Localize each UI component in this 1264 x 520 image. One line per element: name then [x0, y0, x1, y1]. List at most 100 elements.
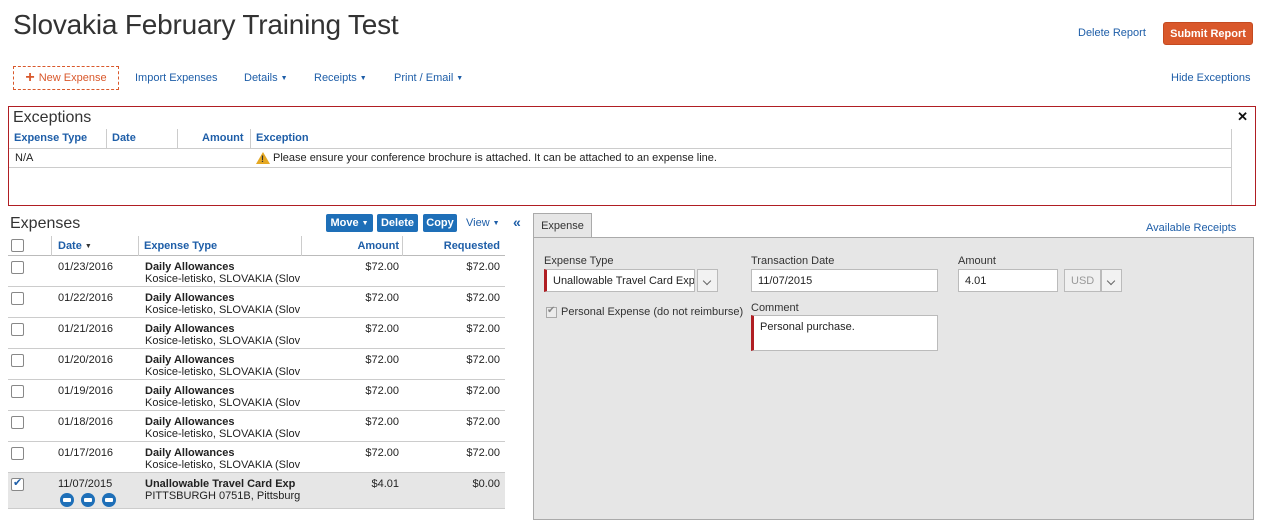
row-checkbox[interactable]: [11, 385, 24, 398]
row-expense-type: Daily Allowances: [145, 354, 235, 366]
table-row[interactable]: 11/07/2015 Unallowable Travel Card ExpPIT…: [8, 473, 505, 509]
col-requested[interactable]: Requested: [444, 240, 500, 252]
col-expense-type[interactable]: Expense Type: [14, 132, 87, 144]
import-expenses-link[interactable]: Import Expenses: [135, 72, 218, 84]
table-row[interactable]: 01/18/2016 Daily Allowances Kosice-letisko…: [8, 411, 505, 442]
tab-expense[interactable]: Expense: [533, 213, 592, 238]
transaction-date-label: Transaction Date: [751, 255, 835, 267]
row-date: 01/23/2016: [58, 261, 114, 273]
caret-down-icon: ▼: [280, 75, 288, 82]
receipt-icon[interactable]: [81, 493, 95, 507]
row-requested: $0.00: [472, 478, 500, 490]
col-exception[interactable]: Exception: [256, 132, 309, 144]
row-location: Kosice-letisko, SLOVAKIA (Slov: [145, 304, 300, 316]
table-row[interactable]: 01/17/2016 Daily Allowances Kosice-letisko…: [8, 442, 505, 473]
table-row[interactable]: 01/20/2016 Daily Allowances Kosice-letisko…: [8, 349, 505, 380]
currency-select[interactable]: USD: [1064, 269, 1101, 292]
personal-expense-checkbox[interactable]: [546, 305, 557, 318]
row-requested: $72.00: [466, 292, 500, 304]
table-row[interactable]: 01/19/2016 Daily Allowances Kosice-letisko…: [8, 380, 505, 411]
row-date: 01/18/2016: [58, 416, 114, 428]
col-amount[interactable]: Amount: [202, 132, 244, 144]
table-row[interactable]: 01/21/2016 Daily Allowances Kosice-letisko…: [8, 318, 505, 349]
caret-down-icon: ▼: [492, 220, 500, 227]
row-expense-type: Daily Allowances: [145, 385, 235, 397]
sort-desc-icon: ▼: [84, 243, 92, 250]
copy-button[interactable]: Copy: [423, 214, 457, 232]
card-icon[interactable]: [60, 493, 74, 507]
expenses-title: Expenses: [10, 215, 81, 232]
expenses-list: Date ▼ Expense Type Amount Requested 01/2…: [8, 236, 505, 520]
move-button[interactable]: Move ▼: [326, 214, 373, 232]
row-checkbox[interactable]: [11, 261, 24, 274]
caret-down-icon: ▼: [456, 75, 464, 82]
receipts-label: Receipts: [314, 72, 357, 84]
row-amount: $4.01: [371, 478, 399, 490]
row-amount: $72.00: [365, 261, 399, 273]
comment-label: Comment: [751, 302, 799, 314]
exceptions-scrollbar[interactable]: [1231, 129, 1255, 205]
details-menu[interactable]: Details ▼: [244, 72, 288, 84]
row-location: Kosice-letisko, SLOVAKIA (Slov: [145, 366, 300, 378]
expense-type-label: Expense Type: [544, 255, 614, 267]
row-amount: $72.00: [365, 385, 399, 397]
row-date: 01/17/2016: [58, 447, 114, 459]
row-checkbox[interactable]: [11, 476, 24, 491]
col-date[interactable]: Date: [112, 132, 136, 144]
row-amount: $72.00: [365, 416, 399, 428]
expense-type-select[interactable]: Unallowable Travel Card Exp: [544, 269, 695, 292]
row-amount: $72.00: [365, 354, 399, 366]
row-location: Kosice-letisko, SLOVAKIA (Slov: [145, 335, 300, 347]
delete-report-link[interactable]: Delete Report: [1078, 27, 1146, 39]
row-expense-type: Daily Allowances: [145, 447, 235, 459]
transaction-date-field[interactable]: 11/07/2015: [751, 269, 938, 292]
view-menu[interactable]: View ▼: [466, 217, 500, 229]
new-expense-button[interactable]: + New Expense: [13, 66, 119, 90]
row-location: Kosice-letisko, SLOVAKIA (Slov: [145, 273, 300, 285]
row-date: 01/20/2016: [58, 354, 114, 366]
row-requested: $72.00: [466, 261, 500, 273]
comment-icon[interactable]: [102, 493, 116, 507]
row-checkbox[interactable]: [11, 323, 24, 336]
amount-label: Amount: [958, 255, 996, 267]
receipts-menu[interactable]: Receipts ▼: [314, 72, 367, 84]
move-label: Move: [330, 217, 359, 229]
table-row[interactable]: 01/23/2016 Daily Allowances Kosice-letisko…: [8, 256, 505, 287]
delete-button[interactable]: Delete: [377, 214, 418, 232]
comment-textarea[interactable]: Personal purchase.: [751, 315, 938, 351]
exception-row[interactable]: N/A Please ensure your conference brochu…: [9, 149, 1231, 168]
expenses-list-header: Date ▼ Expense Type Amount Requested: [8, 236, 505, 256]
row-location: Kosice-letisko, SLOVAKIA (Slov: [145, 428, 300, 440]
row-amount: $72.00: [365, 292, 399, 304]
row-date: 01/21/2016: [58, 323, 114, 335]
hide-exceptions-link[interactable]: Hide Exceptions: [1171, 72, 1251, 84]
exception-expense-type: N/A: [15, 152, 34, 164]
row-checkbox[interactable]: [11, 447, 24, 460]
chevron-down-icon[interactable]: [697, 269, 718, 292]
row-requested: $72.00: [466, 354, 500, 366]
exception-message: Please ensure your conference brochure i…: [273, 152, 717, 164]
row-date: 11/07/2015: [58, 478, 113, 490]
row-checkbox[interactable]: [11, 354, 24, 367]
chevron-down-icon[interactable]: [1101, 269, 1122, 292]
row-expense-type: Daily Allowances: [145, 261, 235, 273]
col-amount[interactable]: Amount: [357, 240, 399, 252]
exceptions-title: Exceptions: [13, 109, 92, 126]
table-row[interactable]: 01/22/2016 Daily Allowances Kosice-letisko…: [8, 287, 505, 318]
row-date: 01/22/2016: [58, 292, 114, 304]
amount-field[interactable]: 4.01: [958, 269, 1058, 292]
row-requested: $72.00: [466, 385, 500, 397]
close-icon[interactable]: ✕: [1237, 109, 1248, 125]
select-all-checkbox[interactable]: [11, 239, 24, 252]
caret-down-icon: ▼: [361, 219, 369, 227]
submit-report-button[interactable]: Submit Report: [1163, 22, 1253, 45]
warning-icon: [256, 152, 270, 164]
col-date-sort[interactable]: Date ▼: [58, 240, 92, 252]
col-expense-type[interactable]: Expense Type: [144, 240, 217, 252]
print-email-menu[interactable]: Print / Email ▼: [394, 72, 463, 84]
available-receipts-link[interactable]: Available Receipts: [1146, 222, 1236, 234]
caret-down-icon: ▼: [359, 75, 367, 82]
row-checkbox[interactable]: [11, 292, 24, 305]
collapse-left-icon[interactable]: «: [513, 214, 521, 230]
row-checkbox[interactable]: [11, 416, 24, 429]
